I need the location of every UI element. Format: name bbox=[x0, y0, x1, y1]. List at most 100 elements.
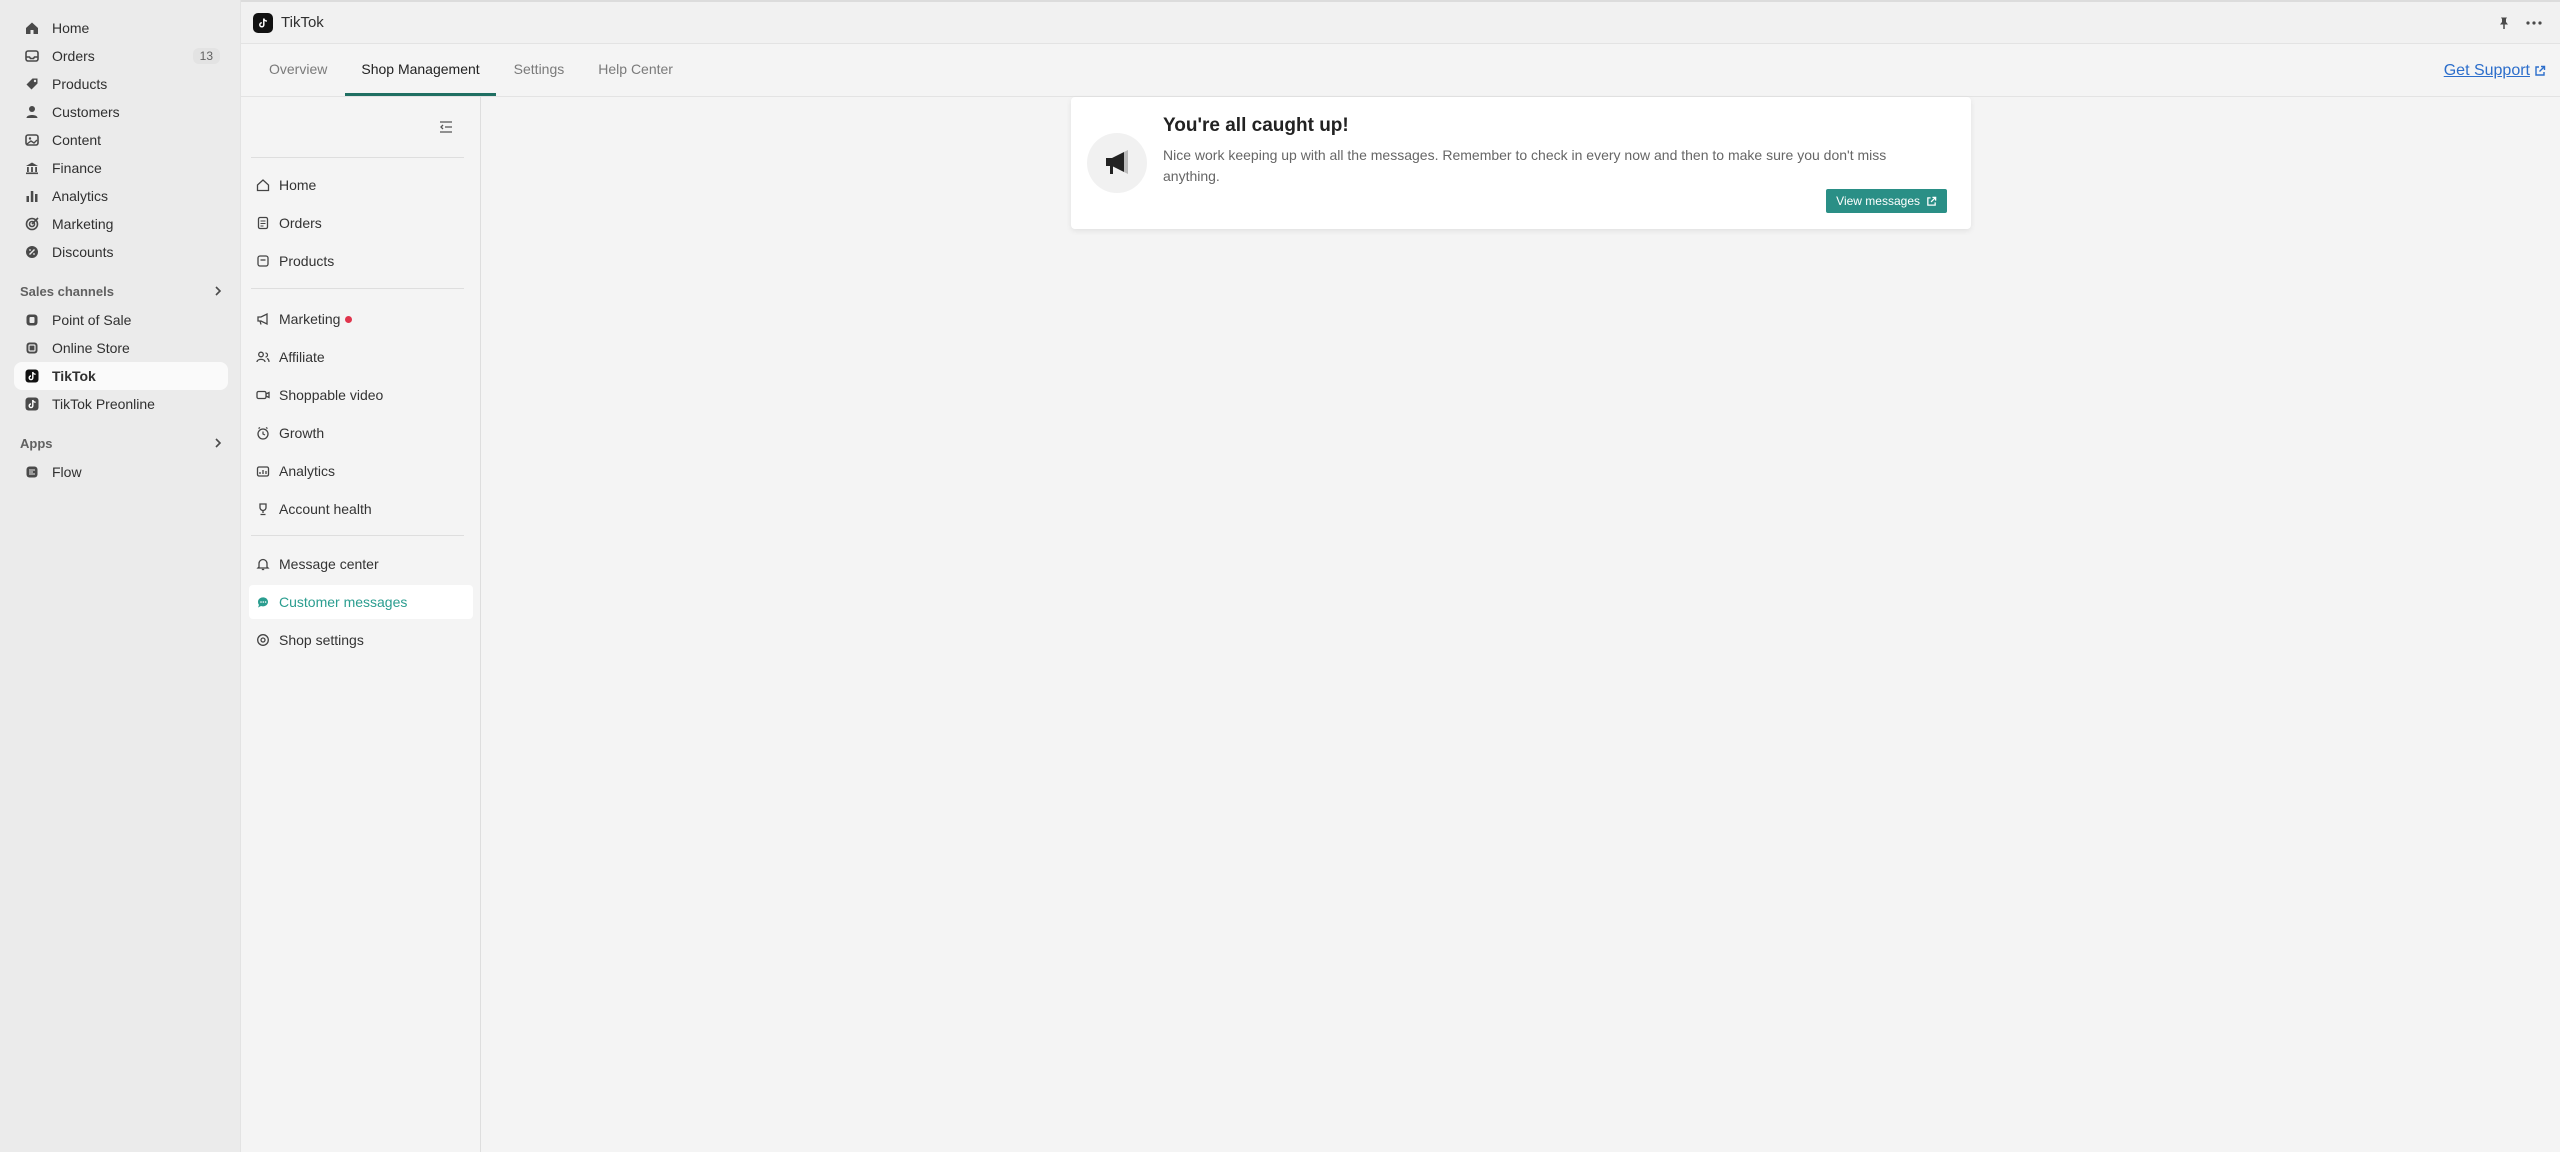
inner-item-label: Affiliate bbox=[279, 349, 325, 365]
divider bbox=[251, 157, 464, 158]
analytics-icon bbox=[255, 463, 271, 479]
megaphone-icon bbox=[255, 311, 271, 327]
tab-shop-management[interactable]: Shop Management bbox=[345, 44, 496, 96]
app-tabs: Overview Shop Management Settings Help C… bbox=[241, 44, 2560, 97]
bar-chart-icon bbox=[22, 186, 42, 206]
card-title: You're all caught up! bbox=[1163, 115, 1349, 136]
nav-item-label: TikTok bbox=[52, 368, 96, 384]
inner-item-label: Account health bbox=[279, 501, 372, 517]
target-icon bbox=[22, 214, 42, 234]
nav-item-label: Discounts bbox=[52, 244, 114, 260]
card-description: Nice work keeping up with all the messag… bbox=[1163, 147, 1887, 184]
channel-point-of-sale[interactable]: Point of Sale bbox=[14, 306, 228, 334]
inner-item-label: Customer messages bbox=[279, 594, 408, 610]
video-icon bbox=[255, 387, 271, 403]
nav-item-label: Analytics bbox=[52, 188, 109, 204]
external-link-icon bbox=[2535, 65, 2546, 76]
inner-item-affiliate[interactable]: Affiliate bbox=[249, 340, 473, 374]
inbox-icon bbox=[22, 46, 42, 66]
nav-item-label: Products bbox=[52, 76, 108, 92]
caught-up-card: You're all caught up! Nice work keeping … bbox=[1071, 97, 1971, 229]
discount-icon bbox=[22, 242, 42, 262]
nav-item-label: Point of Sale bbox=[52, 312, 132, 328]
get-support-link[interactable]: Get Support bbox=[2444, 62, 2546, 80]
app-title: TikTok bbox=[281, 14, 324, 31]
inner-item-shoppable-video[interactable]: Shoppable video bbox=[249, 378, 473, 412]
nav-item-label: Finance bbox=[52, 160, 102, 176]
nav-item-analytics[interactable]: Analytics bbox=[14, 182, 228, 210]
channel-tiktok[interactable]: TikTok bbox=[14, 362, 228, 390]
nav-item-label: Customers bbox=[52, 104, 120, 120]
clipboard-icon bbox=[255, 215, 271, 231]
clock-icon bbox=[255, 425, 271, 441]
trophy-icon bbox=[255, 501, 271, 517]
store-icon bbox=[22, 338, 42, 358]
app-window: TikTok Overview Shop Management Settings… bbox=[240, 0, 2560, 1152]
channel-online-store[interactable]: Online Store bbox=[14, 334, 228, 362]
inner-item-label: Analytics bbox=[279, 463, 336, 479]
box-icon bbox=[255, 253, 271, 269]
chat-icon bbox=[255, 594, 271, 610]
nav-item-finance[interactable]: Finance bbox=[14, 154, 228, 182]
home-icon bbox=[255, 177, 271, 193]
inner-item-label: Shop settings bbox=[279, 632, 364, 648]
orders-count-badge: 13 bbox=[192, 48, 220, 64]
chevron-right-icon bbox=[215, 286, 222, 296]
nav-item-label: Flow bbox=[52, 464, 82, 480]
inner-item-account-health[interactable]: Account health bbox=[249, 492, 473, 526]
app-title-bar: TikTok bbox=[241, 0, 2560, 44]
pin-icon[interactable] bbox=[2490, 9, 2518, 37]
person-icon bbox=[22, 102, 42, 122]
nav-item-discounts[interactable]: Discounts bbox=[14, 238, 228, 266]
pos-icon bbox=[22, 310, 42, 330]
inner-item-shop-settings[interactable]: Shop settings bbox=[249, 623, 473, 657]
inner-item-growth[interactable]: Growth bbox=[249, 416, 473, 450]
nav-item-home[interactable]: Home bbox=[14, 14, 228, 42]
flow-icon bbox=[22, 462, 42, 482]
home-icon bbox=[22, 18, 42, 38]
more-actions-icon[interactable] bbox=[2520, 9, 2548, 37]
inner-item-customer-messages[interactable]: Customer messages bbox=[249, 585, 473, 619]
inner-item-home[interactable]: Home bbox=[249, 168, 473, 202]
tab-overview[interactable]: Overview bbox=[253, 44, 343, 96]
nav-item-label: Home bbox=[52, 20, 90, 36]
inner-item-label: Shoppable video bbox=[279, 387, 384, 403]
inner-item-message-center[interactable]: Message center bbox=[249, 547, 473, 581]
inner-item-label: Home bbox=[279, 177, 317, 193]
people-icon bbox=[255, 349, 271, 365]
divider bbox=[251, 535, 464, 536]
inner-item-orders[interactable]: Orders bbox=[249, 206, 473, 240]
nav-item-products[interactable]: Products bbox=[14, 70, 228, 98]
tab-settings[interactable]: Settings bbox=[498, 44, 581, 96]
inner-item-label: Products bbox=[279, 253, 335, 269]
nav-item-content[interactable]: Content bbox=[14, 126, 228, 154]
app-flow[interactable]: Flow bbox=[14, 458, 228, 486]
inner-item-products[interactable]: Products bbox=[249, 244, 473, 278]
nav-item-label: TikTok Preonline bbox=[52, 396, 155, 412]
nav-item-customers[interactable]: Customers bbox=[14, 98, 228, 126]
tab-help-center[interactable]: Help Center bbox=[582, 44, 689, 96]
tiktok-icon bbox=[22, 394, 42, 414]
nav-item-label: Marketing bbox=[52, 216, 114, 232]
get-support-label: Get Support bbox=[2443, 62, 2530, 79]
inner-item-label: Message center bbox=[279, 556, 379, 572]
section-label: Sales channels bbox=[20, 283, 114, 299]
bank-icon bbox=[22, 158, 42, 178]
bell-icon bbox=[255, 556, 271, 572]
settings-icon bbox=[255, 632, 271, 648]
nav-item-marketing[interactable]: Marketing bbox=[14, 210, 228, 238]
nav-item-label: Orders bbox=[52, 48, 95, 64]
nav-item-label: Content bbox=[52, 132, 102, 148]
inner-item-marketing[interactable]: Marketing bbox=[249, 302, 473, 336]
view-messages-button[interactable]: View messages bbox=[1826, 189, 1947, 213]
channel-tiktok-preonline[interactable]: TikTok Preonline bbox=[14, 390, 228, 418]
inner-item-analytics[interactable]: Analytics bbox=[249, 454, 473, 488]
collapse-menu-icon[interactable] bbox=[438, 119, 458, 139]
sales-channels-heading[interactable]: Sales channels bbox=[20, 280, 226, 302]
section-label: Apps bbox=[20, 435, 53, 451]
nav-item-orders[interactable]: Orders 13 bbox=[14, 42, 228, 70]
inner-item-label: Orders bbox=[279, 215, 322, 231]
apps-heading[interactable]: Apps bbox=[20, 432, 226, 454]
admin-sidebar: Home Orders 13 Products Customers Conten… bbox=[0, 0, 240, 1152]
megaphone-illustration-icon bbox=[1087, 133, 1147, 193]
